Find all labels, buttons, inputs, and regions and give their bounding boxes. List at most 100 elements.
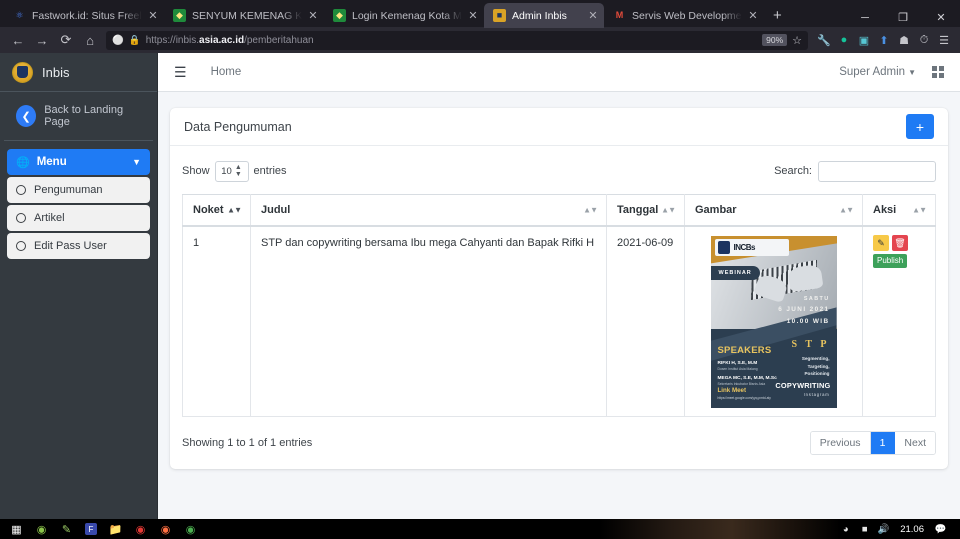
inbis-icon: ■ (493, 9, 506, 22)
battery-icon[interactable]: ■ (855, 524, 874, 535)
poster-speakers: SPEAKERS RIFKI H, S.E, M.M Dosen Institu… (718, 345, 777, 386)
browser-tab-strip: ⚛ Fastwork.id: Situs Freelance On ✕ ◆ SE… (0, 0, 960, 28)
column-header-tanggal[interactable]: Tanggal ▲▼ (606, 194, 685, 227)
card-header: Data Pengumuman + (170, 108, 948, 146)
firefox-icon[interactable]: ◉ (153, 519, 178, 539)
tab-close-icon[interactable]: ✕ (748, 9, 758, 22)
poster-link-heading: Link Meet (717, 387, 747, 394)
sidebar-brand[interactable]: Inbis (0, 53, 157, 92)
back-to-landing-page-button[interactable]: ❮ Back to Landing Page (4, 92, 153, 141)
zoom-level-badge[interactable]: 90% (762, 34, 788, 46)
poster-date: 6 JUNI 2021 (778, 306, 830, 314)
file-explorer-icon[interactable]: 📁 (103, 519, 128, 539)
column-label: Judul (261, 204, 291, 216)
new-tab-button[interactable]: + (764, 7, 791, 24)
pagination-page-1[interactable]: 1 (870, 432, 896, 454)
user-menu[interactable]: Super Admin ▼ (839, 66, 916, 78)
delete-button[interactable]: 🗑 (892, 235, 908, 251)
history-icon[interactable]: ⏱ (914, 34, 934, 47)
card-footer: Showing 1 to 1 of 1 entries Previous 1 N… (170, 421, 948, 469)
start-icon[interactable]: ▦ (4, 519, 29, 539)
tab-close-icon[interactable]: ✕ (468, 9, 478, 22)
sidebar-item-artikel[interactable]: Artikel (7, 205, 150, 231)
url-domain: asia.ac.id (199, 34, 245, 46)
column-header-judul[interactable]: Judul ▲▼ (250, 194, 607, 227)
show-label: Show (182, 165, 210, 177)
forward-icon[interactable]: → (30, 33, 54, 48)
opera-icon[interactable]: ◉ (128, 519, 153, 539)
home-icon[interactable]: ⌂ (78, 33, 102, 48)
desktop-wallpaper-strip (600, 519, 840, 539)
tab-close-icon[interactable]: ✕ (308, 9, 318, 22)
browser-tab-4[interactable]: M Servis Web Development yang m ✕ (604, 3, 764, 28)
wrench-icon[interactable]: 🔧 (814, 34, 834, 47)
browser-tab-0[interactable]: ⚛ Fastwork.id: Situs Freelance On ✕ (4, 3, 164, 28)
grid-apps-icon[interactable] (932, 66, 944, 78)
sidebar-item-menu[interactable]: 🌐 Menu ▼ (7, 149, 150, 175)
gmail-icon: M (615, 10, 624, 20)
page-length-select[interactable]: 10 ▲ ▼ (214, 160, 249, 182)
column-label: Tanggal (617, 204, 659, 216)
add-button[interactable]: + (906, 114, 934, 139)
poster-org-logo: INCBs (714, 239, 789, 256)
pocket-icon[interactable]: ☗ (894, 34, 914, 47)
chrome-icon[interactable]: ◉ (178, 519, 203, 539)
nav-home-link[interactable]: Home (211, 66, 242, 78)
sidebar-item-label: Pengumuman (34, 184, 103, 196)
close-window-button[interactable]: ✕ (922, 11, 960, 24)
entries-label: entries (253, 165, 287, 177)
window-controls: ─ ❐ ✕ (846, 11, 960, 25)
search-input[interactable] (818, 160, 936, 182)
column-header-gambar[interactable]: Gambar ▲▼ (684, 194, 863, 227)
tab-close-icon[interactable]: ✕ (588, 9, 598, 22)
poster-schedule: SABTU 6 JUNI 2021 10.00 WIB (778, 294, 829, 328)
url-path: /pemberitahuan (244, 34, 314, 46)
poster-speaker2-name: MEGA MC, S.E, M.M, M.Sc (717, 375, 777, 381)
screen: ⚛ Fastwork.id: Situs Freelance On ✕ ◆ SE… (0, 0, 960, 539)
publish-button[interactable]: Publish (873, 254, 908, 269)
sidebar-toggle-icon[interactable]: ☰ (174, 64, 187, 81)
browser-tab-2[interactable]: ◆ Login Kemenag Kota Malang ✕ (324, 3, 484, 28)
cell-noket: 1 (182, 225, 251, 417)
minimize-button[interactable]: ─ (846, 12, 884, 24)
card-body: Show 10 ▲ ▼ entries Search: Noket ▲▼ Jud… (170, 146, 948, 421)
sidebar-item-pengumuman[interactable]: Pengumuman (7, 177, 150, 203)
notification-icon[interactable]: 💬 (931, 524, 950, 535)
table-row: 1 STP dan copywriting bersama Ibu mega C… (182, 225, 936, 417)
column-header-noket[interactable]: Noket ▲▼ (182, 194, 251, 227)
circle-icon (16, 213, 26, 223)
top-navbar-right: Super Admin ▼ (839, 66, 944, 78)
pagination-previous[interactable]: Previous (810, 432, 871, 454)
clock[interactable]: 21.06 (893, 524, 931, 535)
kemenag-icon: ◆ (173, 9, 186, 22)
sidebar-menu: 🌐 Menu ▼ Pengumuman Artikel Edit Pass Us… (0, 141, 157, 259)
page-length-value: 10 (221, 165, 232, 177)
poster-instagram: Instagram (803, 392, 830, 397)
tab-label: Login Kemenag Kota Malang (352, 9, 462, 22)
app-menu-icon[interactable]: ☰ (934, 34, 954, 47)
flipboard-icon[interactable]: F (85, 523, 97, 535)
address-bar[interactable]: ⚪ 🔒 https://inbis.asia.ac.id/pemberitahu… (106, 30, 808, 50)
android-icon[interactable]: ◉ (29, 519, 54, 539)
volume-icon[interactable]: 🔊 (874, 524, 893, 535)
tab-close-icon[interactable]: ✕ (148, 9, 158, 22)
browser-tab-3[interactable]: ■ Admin Inbis ✕ (484, 3, 604, 28)
updown-icon[interactable]: ⬆ (874, 34, 894, 47)
chevron-down-icon: ▼ (132, 157, 141, 167)
back-icon[interactable]: ← (6, 33, 30, 48)
search-label: Search: (774, 165, 812, 177)
edit-button[interactable]: ✎ (873, 235, 889, 251)
browser-tab-1[interactable]: ◆ SENYUM KEMENAG KOTA MAL ✕ (164, 3, 324, 28)
pagination-next[interactable]: Next (895, 432, 935, 454)
sidebar-item-edit-pass-user[interactable]: Edit Pass User (7, 233, 150, 259)
reload-icon[interactable]: ⟳ (54, 32, 78, 48)
notion-icon[interactable]: ▣ (854, 34, 874, 47)
maximize-button[interactable]: ❐ (884, 11, 922, 24)
poster-link-url: https://meet.google.com/yyq-pmtd-aty (717, 396, 771, 400)
grammarly-icon[interactable]: ● (834, 34, 854, 46)
snipping-icon[interactable]: ✎ (54, 519, 79, 539)
bookmark-star-icon[interactable]: ☆ (792, 34, 802, 47)
column-header-aksi[interactable]: Aksi ▲▼ (862, 194, 936, 227)
column-label: Noket (193, 204, 224, 216)
search-area: Search: (774, 160, 936, 182)
